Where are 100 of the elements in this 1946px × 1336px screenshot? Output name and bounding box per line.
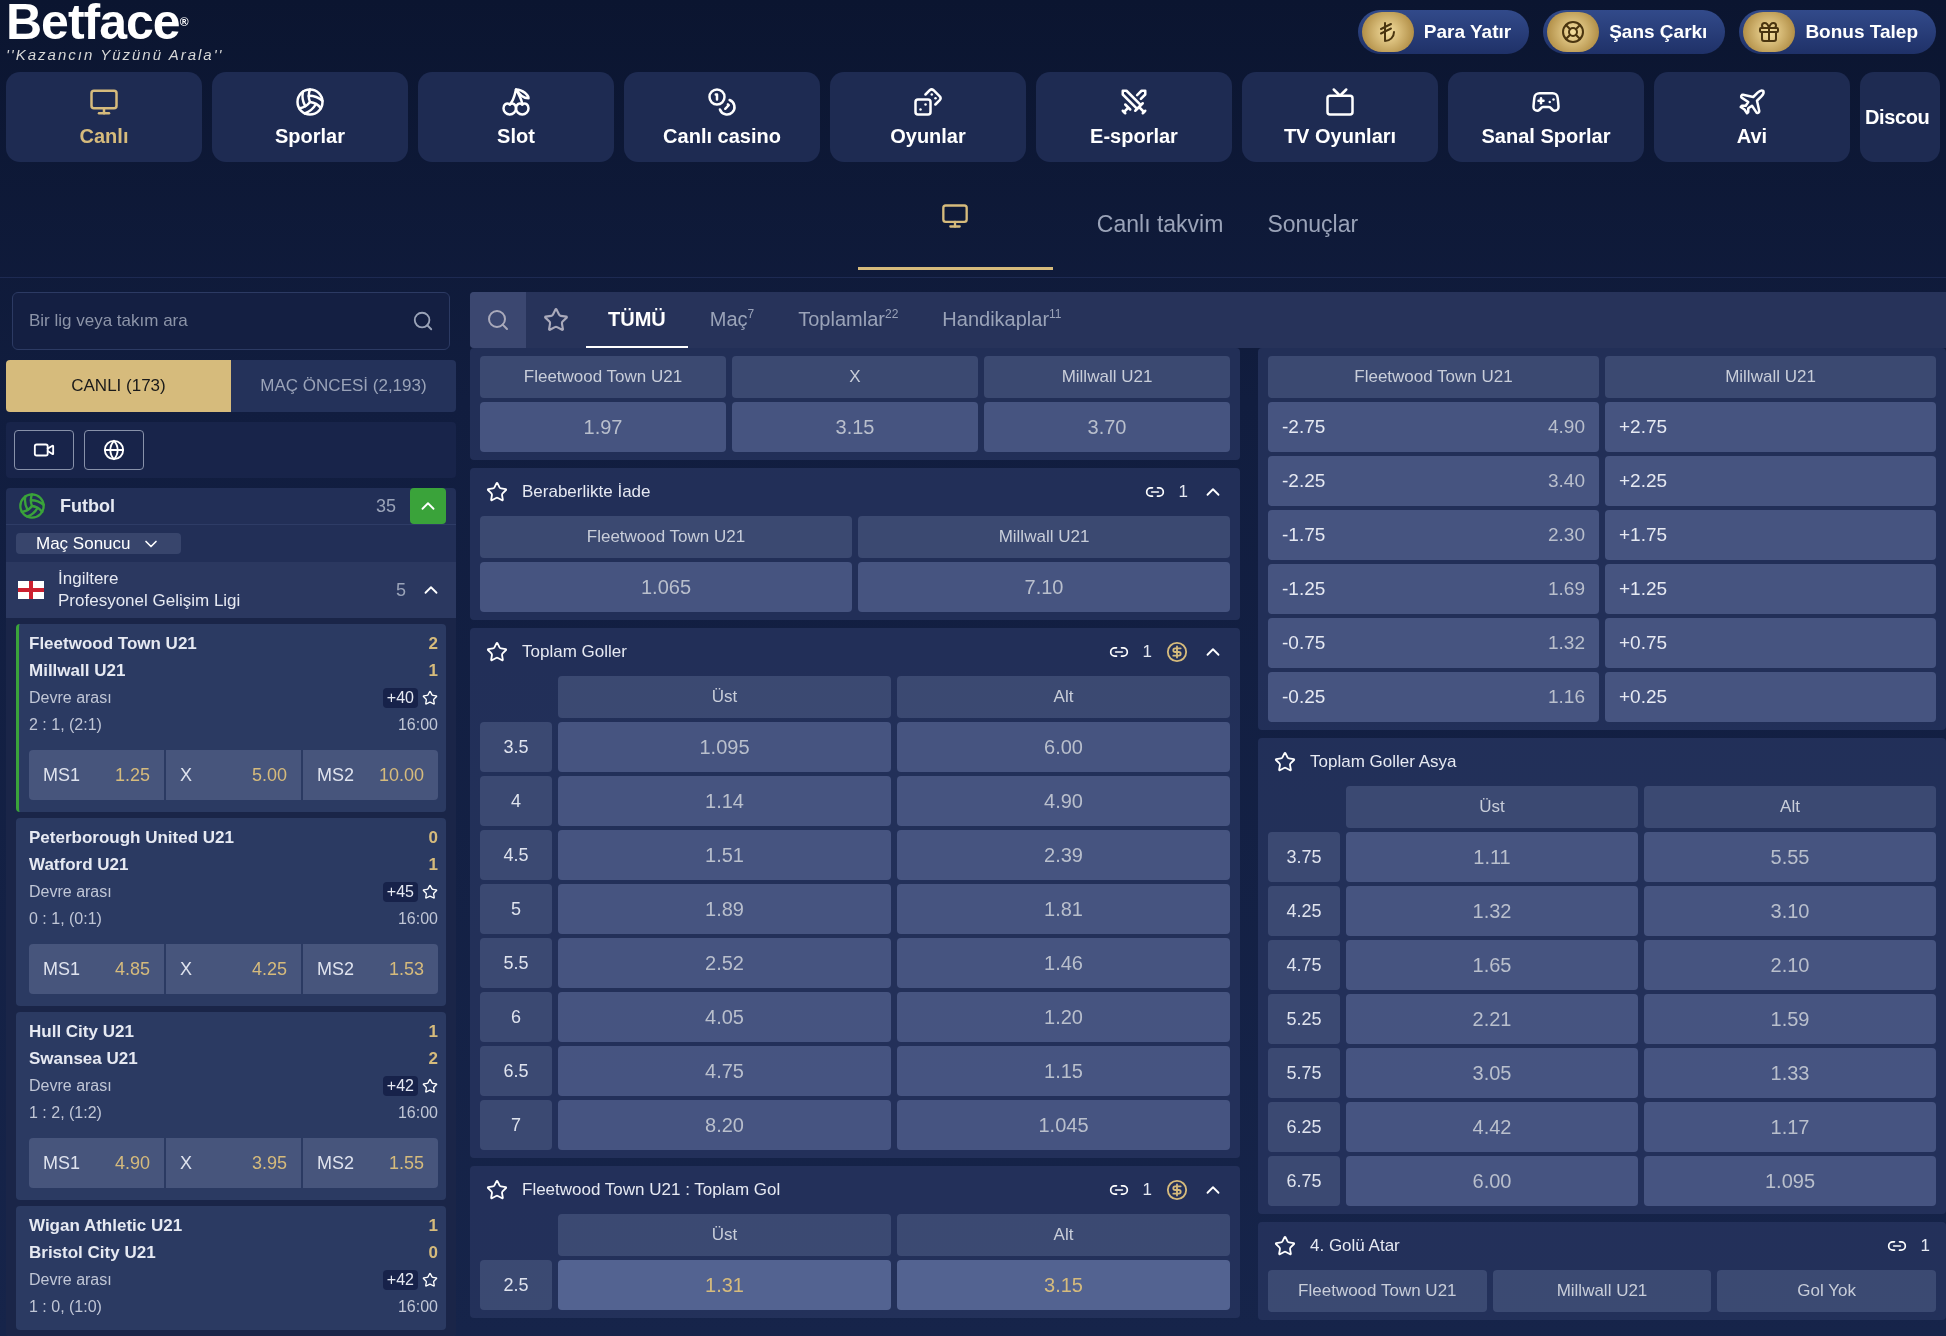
subnav-tab[interactable]: Canlı takvim — [1096, 162, 1224, 270]
handicap-odds-button[interactable]: +1.75 — [1605, 510, 1936, 560]
match-card[interactable]: Peterborough United U21 0 Watford U21 1 Devre arası +45 0 : 1, (0:1) 16:00 MS1 4.85 X 4.25 MS2 1.53 — [16, 818, 446, 1006]
odds-button[interactable]: 1.51 — [558, 830, 891, 880]
odds-button[interactable]: 1.31 — [558, 1260, 891, 1310]
odds-button[interactable]: 3.15 — [732, 402, 978, 452]
header-button[interactable]: Bonus Talep — [1739, 10, 1936, 54]
odds-button[interactable]: 6.00 — [897, 722, 1230, 772]
odds-button[interactable]: 1.14 — [558, 776, 891, 826]
odds-button[interactable]: 1.17 — [1644, 1102, 1936, 1152]
star-icon[interactable] — [486, 481, 508, 503]
market-tab[interactable]: Toplamlar$^{22}$ — [776, 292, 921, 348]
nav-tile[interactable]: Sporlar — [212, 72, 408, 162]
match-card[interactable]: Fleetwood Town U21 2 Millwall U21 1 Devre arası +40 2 : 1, (2:1) 16:00 MS1 1.25 X 5.00 MS2 10.00 — [16, 624, 446, 812]
odds-button[interactable]: 1.045 — [897, 1100, 1230, 1150]
odds-button[interactable]: 2.10 — [1644, 940, 1936, 990]
odds-button[interactable]: 2.39 — [897, 830, 1230, 880]
video-button[interactable] — [14, 430, 74, 470]
match-card[interactable]: Hull City U21 1 Swansea U21 2 Devre arası +42 1 : 2, (1:2) 16:00 MS1 4.90 X 3.95 MS2 1.55 — [16, 1012, 446, 1200]
more-markets-count[interactable]: +45 — [382, 881, 418, 902]
search-icon[interactable] — [412, 310, 434, 332]
odds-button[interactable]: 1.65 — [1346, 940, 1638, 990]
odds-button[interactable]: X 3.95 — [166, 1138, 301, 1188]
star-icon[interactable] — [486, 641, 508, 663]
star-icon[interactable] — [422, 883, 438, 900]
odds-button[interactable]: 1.59 — [1644, 994, 1936, 1044]
odds-button[interactable]: 6.00 — [1346, 1156, 1638, 1206]
match-card[interactable]: Wigan Athletic U21 1 Bristol City U21 0 Devre arası +42 1 : 0, (1:0) 16:00 — [16, 1206, 446, 1330]
nav-tile[interactable]: Oyunlar — [830, 72, 1026, 162]
odds-button[interactable]: 2.52 — [558, 938, 891, 988]
market-dropdown[interactable]: Maç Sonucu — [16, 533, 181, 554]
odds-button[interactable]: 1.81 — [897, 884, 1230, 934]
header-button[interactable]: Şans Çarkı — [1543, 10, 1726, 54]
star-icon[interactable] — [486, 1179, 508, 1201]
nav-tile[interactable]: Discou — [1860, 72, 1940, 162]
nav-tile[interactable]: Sanal Sporlar — [1448, 72, 1644, 162]
odds-button[interactable]: MS1 1.25 — [29, 750, 164, 800]
handicap-odds-button[interactable]: -2.25 3.40 — [1268, 456, 1599, 506]
odds-button[interactable]: 1.095 — [1644, 1156, 1936, 1206]
odds-button[interactable]: 3.70 — [984, 402, 1230, 452]
odds-button[interactable]: MS1 4.90 — [29, 1138, 164, 1188]
odds-button[interactable]: 2.21 — [1346, 994, 1638, 1044]
search-field[interactable]: Bir lig veya takım ara — [12, 292, 450, 350]
odds-button[interactable]: 1.20 — [897, 992, 1230, 1042]
globe-button[interactable] — [84, 430, 144, 470]
more-markets-count[interactable]: +42 — [382, 1075, 418, 1096]
more-markets-count[interactable]: +42 — [382, 1269, 418, 1290]
odds-button[interactable]: 8.20 — [558, 1100, 891, 1150]
more-markets-count[interactable]: +40 — [382, 687, 418, 708]
logo[interactable]: Betface® — [6, 0, 224, 44]
odds-button[interactable]: 1.32 — [1346, 886, 1638, 936]
nav-tile[interactable]: TV Oyunları — [1242, 72, 1438, 162]
header-button[interactable]: Para Yatır — [1357, 10, 1530, 54]
odds-button[interactable]: 7.10 — [858, 562, 1230, 612]
odds-button[interactable]: 1.15 — [897, 1046, 1230, 1096]
handicap-odds-button[interactable]: +1.25 — [1605, 564, 1936, 614]
sidebar-tab[interactable]: MAÇ ÖNCESİ (2,193) — [231, 360, 456, 412]
odds-button[interactable]: 1.095 — [558, 722, 891, 772]
handicap-odds-button[interactable]: -1.75 2.30 — [1268, 510, 1599, 560]
nav-tile[interactable]: Avi — [1654, 72, 1850, 162]
handicap-odds-button[interactable]: +0.75 — [1605, 618, 1936, 668]
odds-button[interactable]: 1.89 — [558, 884, 891, 934]
market-tab[interactable]: Handikaplar$^{11}$ — [920, 292, 1084, 348]
odds-button[interactable]: MS2 1.53 — [303, 944, 438, 994]
nav-tile[interactable]: Canlı casino — [624, 72, 820, 162]
odds-button[interactable]: 1.97 — [480, 402, 726, 452]
handicap-odds-button[interactable]: -1.25 1.69 — [1268, 564, 1599, 614]
odds-button[interactable]: 1.46 — [897, 938, 1230, 988]
nav-tile[interactable]: E-sporlar — [1036, 72, 1232, 162]
handicap-odds-button[interactable]: -0.25 1.16 — [1268, 672, 1599, 722]
odds-button[interactable]: 1.33 — [1644, 1048, 1936, 1098]
handicap-odds-button[interactable]: +2.75 — [1605, 402, 1936, 452]
star-icon[interactable] — [1274, 751, 1296, 773]
odds-button[interactable]: MS2 10.00 — [303, 750, 438, 800]
star-icon[interactable] — [422, 1077, 438, 1094]
odds-button[interactable]: X 5.00 — [166, 750, 301, 800]
odds-button[interactable]: X 4.25 — [166, 944, 301, 994]
odds-button[interactable]: MS2 1.55 — [303, 1138, 438, 1188]
nav-tile[interactable]: Slot — [418, 72, 614, 162]
odds-button[interactable]: MS1 4.85 — [29, 944, 164, 994]
odds-button[interactable]: 4.05 — [558, 992, 891, 1042]
nav-tile[interactable]: Canlı — [6, 72, 202, 162]
odds-button[interactable]: 3.05 — [1346, 1048, 1638, 1098]
search-button[interactable] — [470, 292, 526, 348]
star-icon[interactable] — [422, 1271, 438, 1288]
handicap-odds-button[interactable]: +2.25 — [1605, 456, 1936, 506]
handicap-odds-button[interactable]: -2.75 4.90 — [1268, 402, 1599, 452]
star-icon[interactable] — [1274, 1235, 1296, 1257]
sidebar-tab[interactable]: CANLI (173) — [6, 360, 231, 412]
subnav-tab[interactable]: Sonuçlar — [1267, 162, 1359, 270]
odds-button[interactable]: 5.55 — [1644, 832, 1936, 882]
odds-button[interactable]: 1.11 — [1346, 832, 1638, 882]
odds-button[interactable]: 4.90 — [897, 776, 1230, 826]
star-icon[interactable] — [422, 689, 438, 706]
odds-button[interactable]: 3.10 — [1644, 886, 1936, 936]
market-tab[interactable]: Maç$^{7}$ — [687, 292, 777, 348]
handicap-odds-button[interactable]: -0.75 1.32 — [1268, 618, 1599, 668]
odds-button[interactable]: 4.42 — [1346, 1102, 1638, 1152]
odds-button[interactable]: 1.065 — [480, 562, 852, 612]
odds-button[interactable]: 4.75 — [558, 1046, 891, 1096]
